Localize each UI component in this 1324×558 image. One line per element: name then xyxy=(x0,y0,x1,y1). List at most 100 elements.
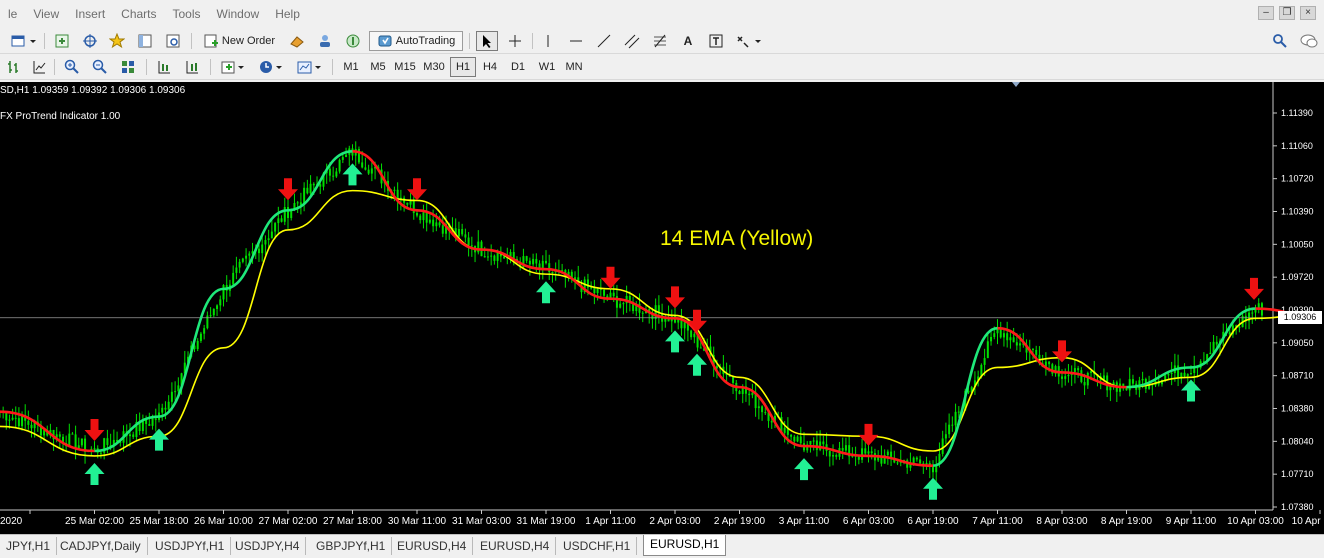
timeframe-mn-button[interactable]: MN xyxy=(561,57,587,77)
line-chart-button[interactable] xyxy=(30,57,48,77)
new-chart-button[interactable] xyxy=(6,31,40,51)
autoscroll-button[interactable] xyxy=(182,57,202,77)
close-icon[interactable]: × xyxy=(1300,6,1316,20)
timeframe-w1-button[interactable]: W1 xyxy=(534,57,560,77)
templates-button[interactable] xyxy=(294,57,326,77)
candle-body xyxy=(828,450,831,457)
chart-shift-icon xyxy=(158,61,170,74)
candle-body xyxy=(528,260,531,265)
horizontal-line-button[interactable] xyxy=(566,31,586,51)
cursor-tool-button[interactable] xyxy=(476,31,498,51)
candle-body xyxy=(757,406,760,409)
chart-tab[interactable]: EURUSD,H4 xyxy=(474,537,557,555)
crosshair-move-button[interactable] xyxy=(80,31,100,51)
text-label-button[interactable] xyxy=(706,31,726,51)
candle-body xyxy=(1083,382,1086,386)
candle-body xyxy=(432,219,435,227)
minimize-icon[interactable]: – xyxy=(1258,6,1274,20)
candle-body xyxy=(793,436,796,442)
chart-tab[interactable]: USDJPYf,H1 xyxy=(149,537,232,555)
candle-body xyxy=(416,213,418,216)
trendline-button[interactable] xyxy=(594,31,614,51)
chart-tab[interactable]: EURUSD,H4 xyxy=(391,537,474,555)
chart-window[interactable]: 1.11390 1.11060 1.10720 1.10390 1.10050 1.097… xyxy=(0,82,1324,534)
menu-file[interactable]: le xyxy=(0,0,25,28)
restore-icon[interactable]: ❐ xyxy=(1279,6,1295,20)
indicators-button[interactable] xyxy=(218,57,250,77)
horizontal-line-icon xyxy=(570,40,582,42)
chart-tab[interactable]: EURUSD,H1 xyxy=(643,535,727,556)
candle-body xyxy=(693,333,696,338)
candle-body xyxy=(8,419,11,421)
profiles-button[interactable] xyxy=(52,31,72,51)
menu-tools[interactable]: Tools xyxy=(165,0,209,28)
candle-body xyxy=(428,219,431,223)
candle-body xyxy=(245,255,248,259)
timeframe-m1-button[interactable]: M1 xyxy=(338,57,364,77)
chart-tab[interactable]: CADJPYf,Daily xyxy=(54,537,148,555)
terminal-button[interactable] xyxy=(163,31,183,51)
menu-help[interactable]: Help xyxy=(267,0,308,28)
chart-tab[interactable]: USDJPY,H4 xyxy=(229,537,307,555)
cursor-icon xyxy=(483,35,491,48)
chat-button[interactable] xyxy=(1298,31,1320,51)
equidistant-channel-button[interactable] xyxy=(622,31,642,51)
menu-view[interactable]: View xyxy=(25,0,67,28)
zoom-in-button[interactable] xyxy=(62,57,82,77)
vertical-line-button[interactable] xyxy=(538,31,558,51)
chart-tab[interactable]: GBPJPYf,H1 xyxy=(310,537,393,555)
chart-tab[interactable]: USDCHF,H1 xyxy=(557,537,638,555)
candle-body xyxy=(1064,376,1067,379)
channel-icon xyxy=(624,34,640,49)
candle-body xyxy=(212,308,215,316)
periods-button[interactable] xyxy=(256,57,288,77)
candle-body xyxy=(503,256,506,259)
signals-button[interactable] xyxy=(343,31,363,51)
timeframe-m30-button[interactable]: M30 xyxy=(421,57,447,77)
tile-windows-button[interactable] xyxy=(118,57,138,77)
expert-icon xyxy=(290,36,304,48)
candle-body xyxy=(267,238,270,241)
candle-body xyxy=(364,167,367,170)
bar-chart-button[interactable] xyxy=(4,57,22,77)
text-tool-button[interactable]: A xyxy=(678,31,698,51)
time-axis-label: 31 Mar 03:00 xyxy=(452,516,511,527)
timeframe-m15-button[interactable]: M15 xyxy=(392,57,418,77)
candle-body xyxy=(58,434,61,437)
candle-body xyxy=(890,451,893,458)
menu-window[interactable]: Window xyxy=(209,0,268,28)
autotrading-button[interactable]: AutoTrading xyxy=(369,31,463,51)
market-watch-button[interactable] xyxy=(315,31,335,51)
menu-insert[interactable]: Insert xyxy=(67,0,113,28)
crosshair-tool-button[interactable] xyxy=(505,31,525,51)
expert-button[interactable] xyxy=(287,31,307,51)
chart-shift-button[interactable] xyxy=(154,57,174,77)
signal-icon xyxy=(346,34,360,48)
timeframe-m5-button[interactable]: M5 xyxy=(365,57,391,77)
favorites-button[interactable] xyxy=(107,31,127,51)
candle-body xyxy=(261,244,264,254)
fibonacci-button[interactable] xyxy=(650,31,670,51)
chart-tab[interactable]: JPYf,H1 xyxy=(0,537,58,555)
menu-charts[interactable]: Charts xyxy=(113,0,164,28)
candle-body xyxy=(1019,343,1022,346)
timeframe-h1-button[interactable]: H1 xyxy=(450,57,476,77)
new-order-button[interactable]: New Order xyxy=(198,31,280,51)
timeframe-d1-button[interactable]: D1 xyxy=(505,57,531,77)
candle-body xyxy=(532,258,535,265)
timeframe-h4-button[interactable]: H4 xyxy=(477,57,503,77)
search-button[interactable] xyxy=(1270,31,1290,51)
time-axis-label: 25 Mar 02:00 xyxy=(65,516,124,527)
navigator-button[interactable] xyxy=(135,31,155,51)
arrows-dropdown-button[interactable] xyxy=(734,31,766,51)
candle-body xyxy=(425,212,428,223)
candle-body xyxy=(1228,332,1231,335)
price-chart[interactable]: 1.11390 1.11060 1.10720 1.10390 1.10050 1.097… xyxy=(0,82,1324,534)
new-order-label: New Order xyxy=(221,35,276,47)
candle-body xyxy=(864,448,867,454)
time-axis-label: 8 Apr 03:00 xyxy=(1036,516,1088,527)
line-chart-icon xyxy=(33,61,46,74)
arrows-icon xyxy=(737,36,761,48)
price-axis-label: 1.08710 xyxy=(1281,371,1314,381)
zoom-out-button[interactable] xyxy=(90,57,110,77)
